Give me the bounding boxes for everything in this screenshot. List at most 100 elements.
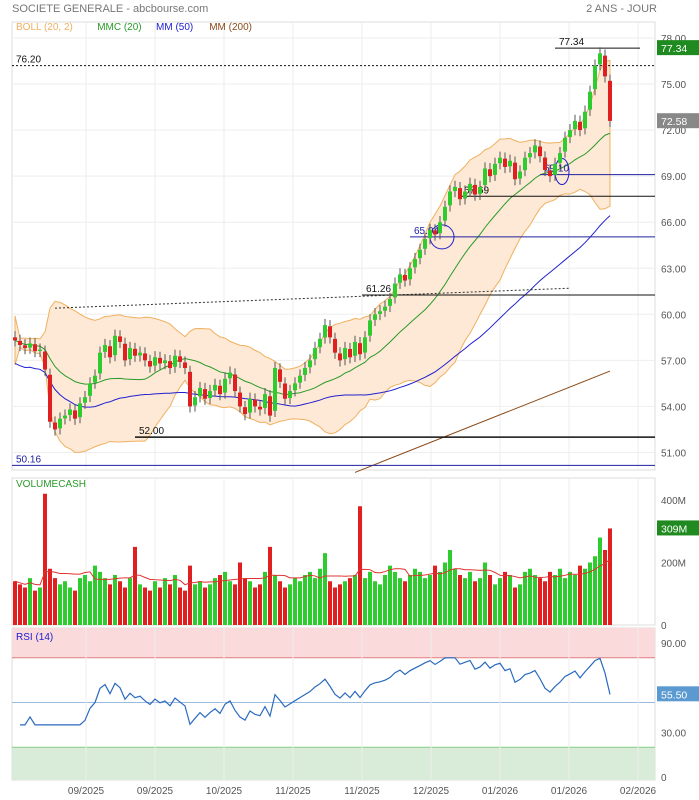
volume-bar bbox=[223, 571, 227, 625]
candle bbox=[488, 169, 492, 177]
candle bbox=[153, 357, 157, 366]
candle bbox=[378, 311, 382, 314]
x-tick-label: 01/2026 bbox=[551, 786, 588, 797]
volume-bar bbox=[58, 584, 62, 625]
rsi-tick-label: 30.00 bbox=[661, 728, 686, 739]
candle bbox=[363, 337, 367, 353]
volume-bar bbox=[168, 584, 172, 625]
stock-chart[interactable]: SOCIETE GENERALE - abcbourse.com 2 ANS -… bbox=[0, 0, 699, 800]
volume-bar bbox=[478, 578, 482, 625]
candle bbox=[383, 306, 387, 311]
rsi-tick-label: 90.00 bbox=[661, 639, 686, 650]
candle bbox=[313, 348, 317, 360]
volume-bar bbox=[518, 584, 522, 625]
candle bbox=[563, 137, 567, 152]
rsi-badge: 55.50 bbox=[661, 689, 687, 701]
volume-bar bbox=[558, 568, 562, 625]
volume-bar bbox=[438, 571, 442, 625]
candle bbox=[108, 346, 112, 358]
volume-bar bbox=[68, 587, 72, 625]
candle bbox=[188, 371, 192, 407]
volume-bar bbox=[483, 562, 487, 625]
level-label: 61.26 bbox=[366, 284, 391, 295]
volume-bar bbox=[148, 590, 152, 625]
candle bbox=[208, 391, 212, 398]
volume-bar bbox=[423, 578, 427, 625]
level-label: 76.20 bbox=[16, 55, 41, 66]
candle bbox=[233, 374, 237, 392]
candle bbox=[518, 171, 522, 179]
level-label: 50.16 bbox=[16, 454, 41, 465]
candle bbox=[358, 343, 362, 355]
candle bbox=[13, 337, 17, 341]
candle bbox=[18, 340, 22, 345]
volume-bar bbox=[583, 568, 587, 625]
volume-bar bbox=[38, 587, 42, 625]
candle bbox=[398, 274, 402, 283]
candle bbox=[148, 360, 152, 367]
volume-bar bbox=[128, 578, 132, 625]
candle bbox=[203, 389, 207, 399]
candle bbox=[128, 348, 132, 360]
rsi-tick-label: 0 bbox=[661, 773, 667, 784]
candle bbox=[223, 378, 227, 393]
volume-bar bbox=[513, 587, 517, 625]
price-tick-label: 57.00 bbox=[661, 356, 686, 367]
candle bbox=[568, 130, 572, 138]
x-tick-label: 09/2025 bbox=[68, 786, 105, 797]
x-tick-label: 11/2025 bbox=[344, 786, 380, 797]
volume-bar bbox=[543, 581, 547, 625]
candle bbox=[273, 368, 277, 411]
candle bbox=[103, 345, 107, 352]
candle bbox=[503, 158, 507, 167]
candle bbox=[33, 344, 37, 352]
candle bbox=[228, 372, 232, 379]
rsi-oversold-zone bbox=[12, 747, 655, 780]
candle bbox=[278, 369, 282, 382]
volume-bar bbox=[173, 575, 177, 625]
candle bbox=[243, 407, 247, 415]
volume-bar bbox=[573, 575, 577, 625]
volume-bar bbox=[23, 587, 27, 625]
candle bbox=[478, 186, 482, 194]
volume-bar bbox=[463, 578, 467, 625]
candle bbox=[323, 325, 327, 338]
price-tick-label: 75.00 bbox=[661, 80, 686, 91]
volume-bar bbox=[433, 565, 437, 625]
chart-canvas[interactable]: 09/2025 09/2025 10/2025 11/2025 11/2025 12/20… bbox=[0, 0, 699, 800]
candle bbox=[553, 163, 557, 175]
candle bbox=[423, 239, 427, 249]
legend-mm: MM (50) bbox=[156, 22, 193, 33]
volume-bar bbox=[43, 493, 47, 625]
candle bbox=[413, 259, 417, 268]
candle bbox=[218, 385, 222, 395]
candle bbox=[163, 360, 167, 364]
candle bbox=[588, 91, 592, 110]
price-badge-close: 72.58 bbox=[661, 116, 687, 128]
candle bbox=[23, 345, 27, 349]
volume-bar bbox=[113, 575, 117, 625]
candle bbox=[403, 275, 407, 281]
candle bbox=[178, 356, 182, 362]
volume-bar bbox=[183, 590, 187, 625]
candle bbox=[533, 145, 537, 153]
candle bbox=[453, 186, 457, 192]
x-tick-label: 02/2026 bbox=[620, 786, 657, 797]
candle bbox=[463, 191, 467, 199]
volume-bar bbox=[418, 571, 422, 625]
candle bbox=[63, 415, 67, 419]
candle bbox=[438, 222, 442, 234]
candle bbox=[548, 170, 552, 177]
legend-mm: MM (200) bbox=[209, 22, 252, 33]
candle bbox=[53, 422, 57, 430]
volume-bar bbox=[28, 578, 32, 625]
candle bbox=[78, 403, 82, 418]
volume-title: VOLUMECASH bbox=[16, 479, 86, 490]
volume-bar bbox=[473, 581, 477, 625]
volume-bar bbox=[193, 584, 197, 625]
volume-bar bbox=[503, 571, 507, 625]
candle bbox=[318, 338, 322, 348]
volume-bar bbox=[348, 578, 352, 625]
price-tick-label: 69.00 bbox=[661, 172, 686, 183]
volume-bar bbox=[268, 546, 272, 625]
